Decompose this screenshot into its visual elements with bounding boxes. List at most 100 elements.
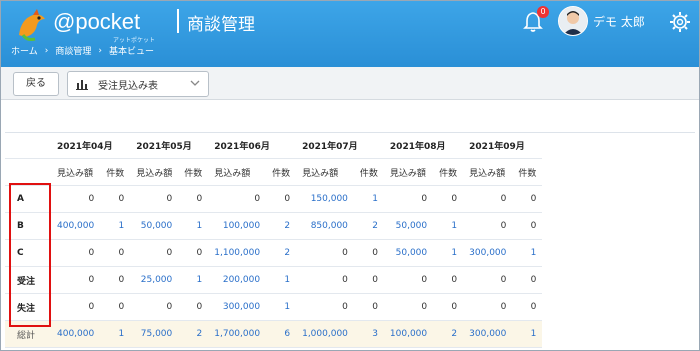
total-row: 総計 400,000 1 75,000 2 1,700,000 6 1,000,000 3 100…	[5, 320, 543, 348]
breadcrumb-separator: ›	[98, 45, 102, 56]
avatar[interactable]	[558, 6, 588, 36]
amount-cell[interactable]: 1,000,000	[296, 320, 354, 348]
amount-cell[interactable]: 300,000	[463, 320, 513, 348]
count-cell: 0	[100, 185, 131, 213]
amount-cell[interactable]: 400,000	[51, 320, 101, 348]
count-cell: 0	[512, 185, 543, 213]
amount-header: 見込み額	[383, 158, 434, 186]
amount-cell: 0	[130, 239, 179, 267]
sub-header-row: 見込み額 件数 見込み額 件数 見込み額 件数 見込み額 件数 見込み額 件数 …	[5, 158, 543, 186]
count-cell[interactable]: 1	[100, 212, 131, 240]
gear-icon[interactable]	[669, 11, 691, 33]
count-cell: 0	[100, 266, 131, 294]
brand-logo-text[interactable]: @pocket	[53, 9, 140, 35]
count-header: 件数	[433, 158, 464, 186]
table-row: C 0 0 0 0 1,100,000 2 0 0 50,000 1 300,000 1	[5, 239, 543, 267]
count-cell[interactable]: 1	[266, 266, 297, 294]
table-row: 失注 0 0 0 0 300,000 1 0 0 0 0 0 0	[5, 293, 543, 321]
count-cell[interactable]: 3	[353, 320, 384, 348]
count-cell: 0	[512, 212, 543, 240]
count-cell[interactable]: 2	[433, 320, 464, 348]
table-body: A 0 0 0 0 0 0 150,000 1 0 0 0 0 B 400,000 1 50,000 1 100,0…	[5, 185, 543, 348]
amount-cell: 0	[463, 212, 513, 240]
amount-cell[interactable]: 50,000	[383, 239, 434, 267]
count-cell: 0	[353, 293, 384, 321]
count-cell[interactable]: 1	[433, 239, 464, 267]
count-cell[interactable]: 1	[512, 239, 543, 267]
count-cell[interactable]: 6	[266, 320, 297, 348]
notification-badge: 0	[537, 6, 549, 18]
row-label: 総計	[5, 320, 51, 348]
count-header: 件数	[512, 158, 543, 186]
amount-cell[interactable]: 1,100,000	[208, 239, 267, 267]
amount-cell: 0	[130, 185, 179, 213]
breadcrumb-home[interactable]: ホーム	[11, 44, 38, 57]
main-content: 2021年04月 2021年05月 2021年06月 2021年07月 2021…	[1, 100, 699, 350]
amount-cell: 0	[296, 266, 354, 294]
month-header: 2021年08月	[383, 132, 464, 159]
count-cell: 0	[100, 293, 131, 321]
count-cell: 0	[178, 239, 209, 267]
amount-cell[interactable]: 200,000	[208, 266, 267, 294]
count-cell[interactable]: 1	[433, 212, 464, 240]
count-cell: 0	[353, 239, 384, 267]
amount-cell[interactable]: 100,000	[208, 212, 267, 240]
amount-cell[interactable]: 100,000	[383, 320, 434, 348]
table-row: 受注 0 0 25,000 1 200,000 1 0 0 0 0 0 0	[5, 266, 543, 294]
count-cell[interactable]: 1	[512, 320, 543, 348]
brand-subtext: アットポケット	[113, 38, 156, 44]
amount-header: 見込み額	[208, 158, 267, 186]
month-header: 2021年07月	[296, 132, 384, 159]
count-cell[interactable]: 1	[353, 185, 384, 213]
count-cell: 0	[433, 266, 464, 294]
page-title: 商談管理	[187, 15, 255, 35]
amount-cell: 0	[383, 185, 434, 213]
content-top-strip	[5, 100, 695, 133]
amount-cell[interactable]: 25,000	[130, 266, 179, 294]
amount-cell[interactable]: 150,000	[296, 185, 354, 213]
amount-cell[interactable]: 1,700,000	[208, 320, 267, 348]
count-header: 件数	[266, 158, 297, 186]
count-cell: 0	[100, 239, 131, 267]
amount-cell[interactable]: 400,000	[51, 212, 101, 240]
count-cell[interactable]: 1	[266, 293, 297, 321]
view-select[interactable]: 受注見込み表	[67, 71, 209, 97]
count-cell[interactable]: 1	[100, 320, 131, 348]
forecast-table-container: 2021年04月 2021年05月 2021年06月 2021年07月 2021…	[5, 132, 695, 350]
amount-header: 見込み額	[463, 158, 513, 186]
amount-cell[interactable]: 75,000	[130, 320, 179, 348]
amount-cell[interactable]: 50,000	[130, 212, 179, 240]
count-cell: 0	[512, 293, 543, 321]
amount-cell[interactable]: 50,000	[383, 212, 434, 240]
bar-chart-icon	[76, 80, 88, 90]
view-select-value: 受注見込み表	[98, 81, 158, 92]
amount-cell: 0	[296, 239, 354, 267]
count-header: 件数	[178, 158, 209, 186]
row-label: A	[5, 185, 51, 213]
row-label: C	[5, 239, 51, 267]
amount-cell[interactable]: 850,000	[296, 212, 354, 240]
amount-cell[interactable]: 300,000	[208, 293, 267, 321]
breadcrumb-deals[interactable]: 商談管理	[55, 44, 91, 57]
breadcrumb-current: 基本ビュー	[108, 47, 154, 57]
amount-cell: 0	[51, 266, 101, 294]
count-cell[interactable]: 2	[178, 320, 209, 348]
amount-cell: 0	[463, 266, 513, 294]
count-cell[interactable]: 2	[266, 212, 297, 240]
amount-cell[interactable]: 300,000	[463, 239, 513, 267]
month-header: 2021年05月	[130, 132, 209, 159]
month-header: 2021年06月	[208, 132, 297, 159]
count-cell[interactable]: 2	[266, 239, 297, 267]
month-header: 2021年04月	[51, 132, 131, 159]
toolbar: 戻る 受注見込み表	[1, 67, 699, 100]
back-button[interactable]: 戻る	[13, 72, 59, 96]
breadcrumb-separator: ›	[44, 45, 49, 56]
count-cell[interactable]: 1	[178, 266, 209, 294]
bird-logo-icon	[19, 9, 45, 41]
amount-header: 見込み額	[51, 158, 101, 186]
count-cell[interactable]: 1	[178, 212, 209, 240]
user-name[interactable]: デモ 太郎	[593, 13, 645, 30]
count-cell: 0	[178, 185, 209, 213]
count-cell[interactable]: 2	[353, 212, 384, 240]
amount-cell: 0	[383, 293, 434, 321]
